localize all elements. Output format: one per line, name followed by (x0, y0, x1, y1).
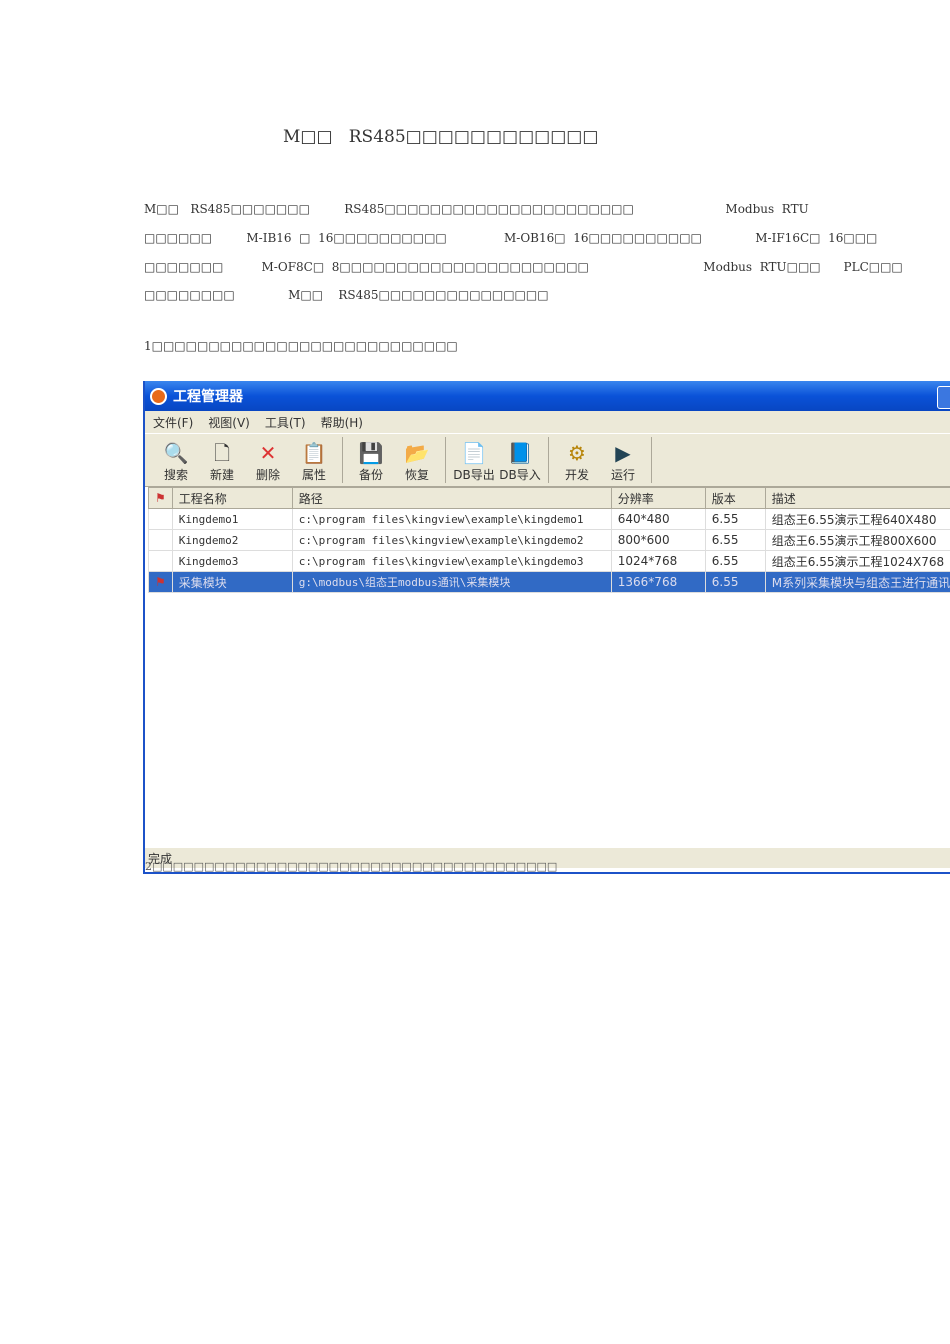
flag-icon: ⚑ (148, 571, 173, 593)
label: 属性 (301, 468, 326, 482)
cell: Kingdemo1 (171, 508, 293, 530)
paragraph-line: □□□□□□ M-IB16 □ 16□□□□□□□□□□ M-OB16□ 16□… (144, 231, 878, 245)
cell: 6.55 (704, 529, 766, 551)
menu-tools[interactable]: 工具(T) (265, 414, 306, 431)
project-table: ⚑ 工程名称 路径 分辨率 版本 描述 Kingdemo1 c:\program … (148, 487, 950, 593)
db-import-button[interactable]: 📘 DB导入 (497, 440, 543, 486)
run-icon: ▶ (615, 441, 631, 465)
title-bar: 工程管理器 (145, 381, 950, 411)
table-row[interactable]: Kingdemo2 c:\program files\kingview\examp… (148, 529, 950, 551)
menu-bar: 文件(F) 视图(V) 工具(T) 帮助(H) (145, 411, 950, 434)
cell: Kingdemo3 (171, 550, 293, 572)
cell: 1024*768 (610, 550, 706, 572)
flag-icon: ⚑ (148, 487, 173, 509)
restore-button[interactable]: 📂 恢复 (394, 440, 440, 486)
label: 恢复 (404, 468, 429, 482)
separator (651, 437, 652, 483)
separator (445, 437, 446, 483)
cell: 组态王6.55演示工程800X600 (764, 529, 950, 551)
col-resolution[interactable]: 分辨率 (610, 487, 706, 509)
label: DB导入 (499, 468, 541, 482)
cell: Kingdemo2 (171, 529, 293, 551)
cell: c:\program files\kingview\example\kingde… (291, 550, 612, 572)
db-import-icon: 📘 (507, 441, 533, 465)
label: 开发 (564, 468, 589, 482)
step-heading: 1□□□□□□□□□□□□□□□□□□□□□□□□□□□ (144, 339, 458, 353)
search-button[interactable]: 🔍 搜索 (153, 440, 199, 486)
delete-button[interactable]: ✕ 删除 (245, 440, 291, 486)
properties-icon: 📋 (301, 441, 327, 465)
project-manager-window: 工程管理器 文件(F) 视图(V) 工具(T) 帮助(H) 🔍 搜索 🗋 新建 ✕ 删… (143, 381, 950, 874)
doc-title: M□□ RS485□□□□□□□□□□□□ (283, 127, 599, 147)
paragraph-line: □□□□□□□□ M□□ RS485□□□□□□□□□□□□□□□ (144, 288, 549, 302)
app-icon (150, 387, 167, 405)
cell: 6.55 (704, 571, 766, 593)
cell: M系列采集模块与组态王进行通讯 (764, 571, 950, 593)
cell: 6.55 (704, 550, 766, 572)
label: 运行 (610, 468, 635, 482)
toolbar: 🔍 搜索 🗋 新建 ✕ 删除 📋 属性 💾 备份 📂 恢复 📄 DB导出 📘 DB导入 ⚙ 开发 … (145, 434, 950, 487)
cell: c:\program files\kingview\example\kingde… (291, 508, 612, 530)
col-path[interactable]: 路径 (291, 487, 612, 509)
db-export-icon: 📄 (461, 441, 487, 465)
col-version[interactable]: 版本 (704, 487, 766, 509)
new-file-icon: 🗋 (213, 441, 231, 465)
run-button[interactable]: ▶ 运行 (600, 440, 646, 486)
document-page: M□□ RS485□□□□□□□□□□□□ M□□ RS485□□□□□□□ R… (0, 0, 950, 1344)
backup-button[interactable]: 💾 备份 (348, 440, 394, 486)
cell: 800*600 (610, 529, 706, 551)
delete-icon: ✕ (259, 441, 277, 465)
minimize-button[interactable] (937, 386, 950, 409)
col-description[interactable]: 描述 (764, 487, 950, 509)
new-button[interactable]: 🗋 新建 (199, 440, 245, 486)
cell: 组态王6.55演示工程1024X768 (764, 550, 950, 572)
paragraph-line: □□□□□□□ M-OF8C□ 8□□□□□□□□□□□□□□□□□□□□□□ … (144, 260, 903, 274)
search-icon: 🔍 (163, 441, 189, 465)
label: 新建 (209, 468, 234, 482)
label: 搜索 (163, 468, 188, 482)
gear-icon: ⚙ (568, 441, 586, 465)
caption: 2□□□□□□□□□□□□□□□□□□□□□□□□□□□□□□□□□□□□□□□ (145, 860, 558, 873)
cell: 采集模块 (171, 571, 293, 593)
properties-button[interactable]: 📋 属性 (291, 440, 337, 486)
menu-file[interactable]: 文件(F) (153, 414, 193, 431)
table-header: ⚑ 工程名称 路径 分辨率 版本 描述 (148, 487, 950, 509)
cell: c:\program files\kingview\example\kingde… (291, 529, 612, 551)
table-row[interactable]: Kingdemo3 c:\program files\kingview\examp… (148, 550, 950, 572)
separator (548, 437, 549, 483)
menu-view[interactable]: 视图(V) (208, 414, 250, 431)
cell: 640*480 (610, 508, 706, 530)
restore-icon: 📂 (404, 441, 430, 465)
develop-button[interactable]: ⚙ 开发 (554, 440, 600, 486)
backup-icon: 💾 (358, 441, 384, 465)
cell: g:\modbus\组态王modbus通讯\采集模块 (291, 571, 612, 593)
menu-help[interactable]: 帮助(H) (321, 414, 363, 431)
cell: 1366*768 (610, 571, 706, 593)
table-row[interactable]: Kingdemo1 c:\program files\kingview\examp… (148, 508, 950, 530)
paragraph-line: M□□ RS485□□□□□□□ RS485□□□□□□□□□□□□□□□□□□… (144, 202, 809, 216)
table-row-selected[interactable]: ⚑ 采集模块 g:\modbus\组态王modbus通讯\采集模块 1366*768 6… (148, 571, 950, 593)
cell: 组态王6.55演示工程640X480 (764, 508, 950, 530)
label: DB导出 (453, 468, 495, 482)
col-name[interactable]: 工程名称 (171, 487, 293, 509)
db-export-button[interactable]: 📄 DB导出 (451, 440, 497, 486)
separator (342, 437, 343, 483)
cell: 6.55 (704, 508, 766, 530)
label: 删除 (255, 468, 280, 482)
label: 备份 (358, 468, 383, 482)
window-title: 工程管理器 (173, 389, 243, 405)
